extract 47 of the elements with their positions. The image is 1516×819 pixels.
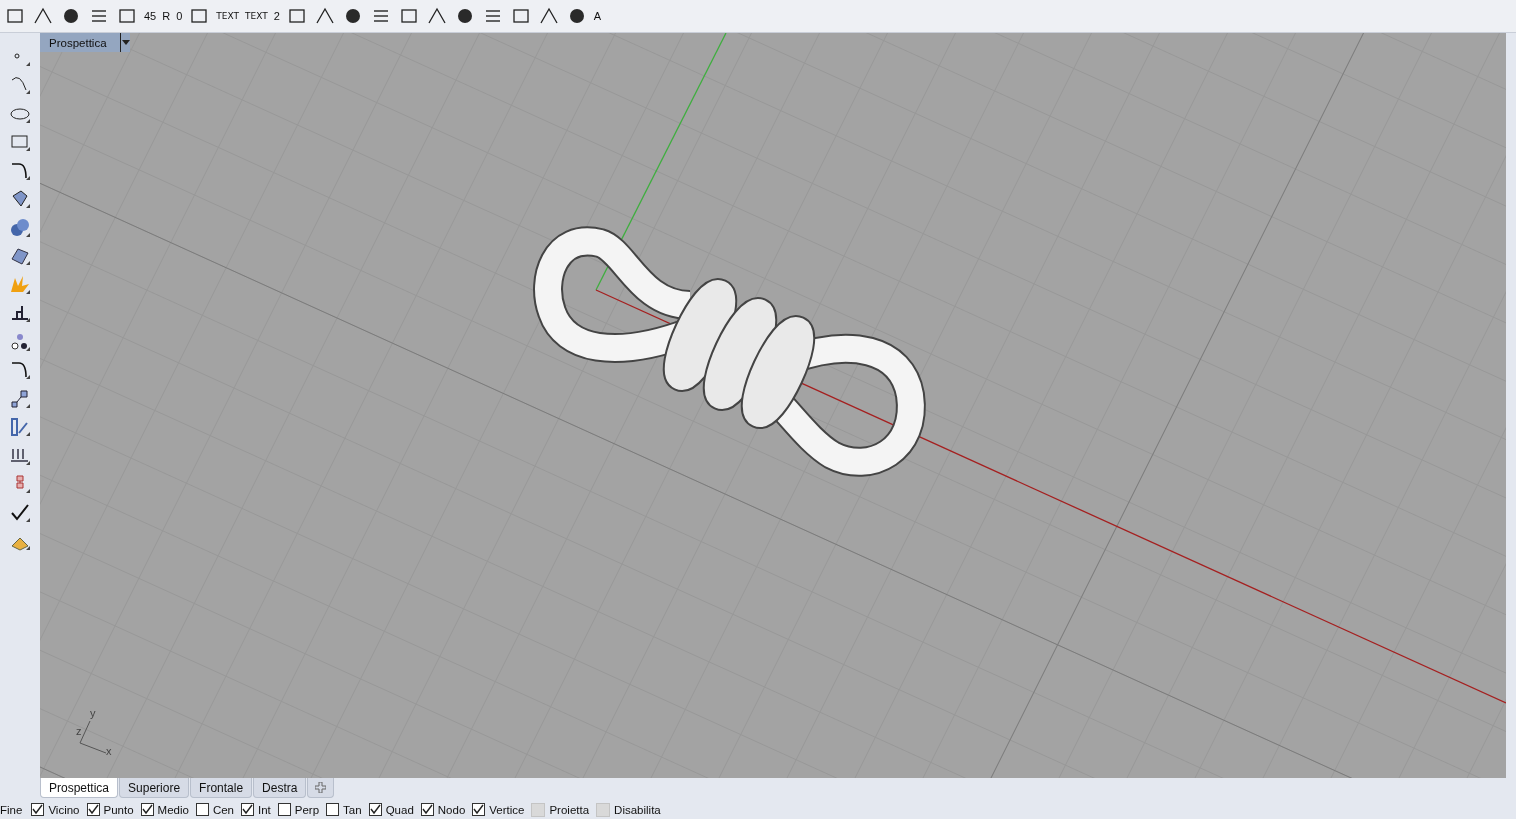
toolbar-button[interactable]: A xyxy=(591,3,604,29)
checkbox[interactable] xyxy=(31,803,45,816)
viewport-background[interactable]: Prospettica y z x xyxy=(40,33,1506,778)
checkbox[interactable] xyxy=(195,803,209,816)
knot-model[interactable] xyxy=(533,226,926,477)
checkbox[interactable] xyxy=(472,803,486,816)
toggle-button[interactable] xyxy=(531,802,546,817)
osnap-label: Quad xyxy=(385,803,414,816)
osnap-label: Cen xyxy=(212,803,234,816)
osnap-label: Vertice xyxy=(489,803,525,816)
toolbar-button[interactable]: R xyxy=(160,3,173,29)
osnap-label: Proietta xyxy=(549,803,590,816)
text-tool-button[interactable]: TEXT xyxy=(243,3,270,29)
add-tab-button[interactable] xyxy=(307,778,335,798)
osnap-label: Fine xyxy=(0,803,23,816)
spheres-icon[interactable] xyxy=(8,216,32,239)
checkbox[interactable] xyxy=(368,803,382,816)
checkbox[interactable] xyxy=(326,803,340,816)
osnap-label: Vicino xyxy=(48,803,80,816)
toolbar-button[interactable]: 45 xyxy=(142,3,159,29)
osnap-label: Nodo xyxy=(437,803,466,816)
axis-label: z xyxy=(76,725,82,737)
checkbox[interactable] xyxy=(86,803,100,816)
checkbox[interactable] xyxy=(277,803,291,816)
checkbox[interactable] xyxy=(241,803,254,816)
checkbox[interactable] xyxy=(140,803,154,816)
scale-icon[interactable] xyxy=(8,387,32,410)
plus-icon xyxy=(315,782,327,793)
axis-label: y xyxy=(90,707,96,719)
osnap-label: Int xyxy=(258,803,271,816)
view-tab[interactable]: Frontale xyxy=(190,778,253,798)
osnap-label: Punto xyxy=(103,803,134,816)
toolbar-button[interactable]: 2 xyxy=(271,3,282,29)
checkbox[interactable] xyxy=(420,803,434,816)
viewport-title[interactable]: Prospettica xyxy=(40,33,120,52)
view-tab[interactable]: Superiore xyxy=(119,778,190,798)
osnap-label: Disabilita xyxy=(614,803,661,816)
axis-label: x xyxy=(106,745,112,757)
osnap-label: Perp xyxy=(294,803,320,816)
view-tab[interactable]: Destra xyxy=(253,778,307,798)
caret-icon[interactable] xyxy=(120,33,130,52)
osnap-label: Medio xyxy=(157,803,189,816)
text-tool-button[interactable]: TEXT xyxy=(214,3,242,29)
toolbar-button[interactable]: 0 xyxy=(174,3,185,29)
osnap-label: Tan xyxy=(343,803,362,816)
view-tab[interactable]: Prospettica xyxy=(40,778,119,798)
toggle-button[interactable] xyxy=(596,802,611,817)
